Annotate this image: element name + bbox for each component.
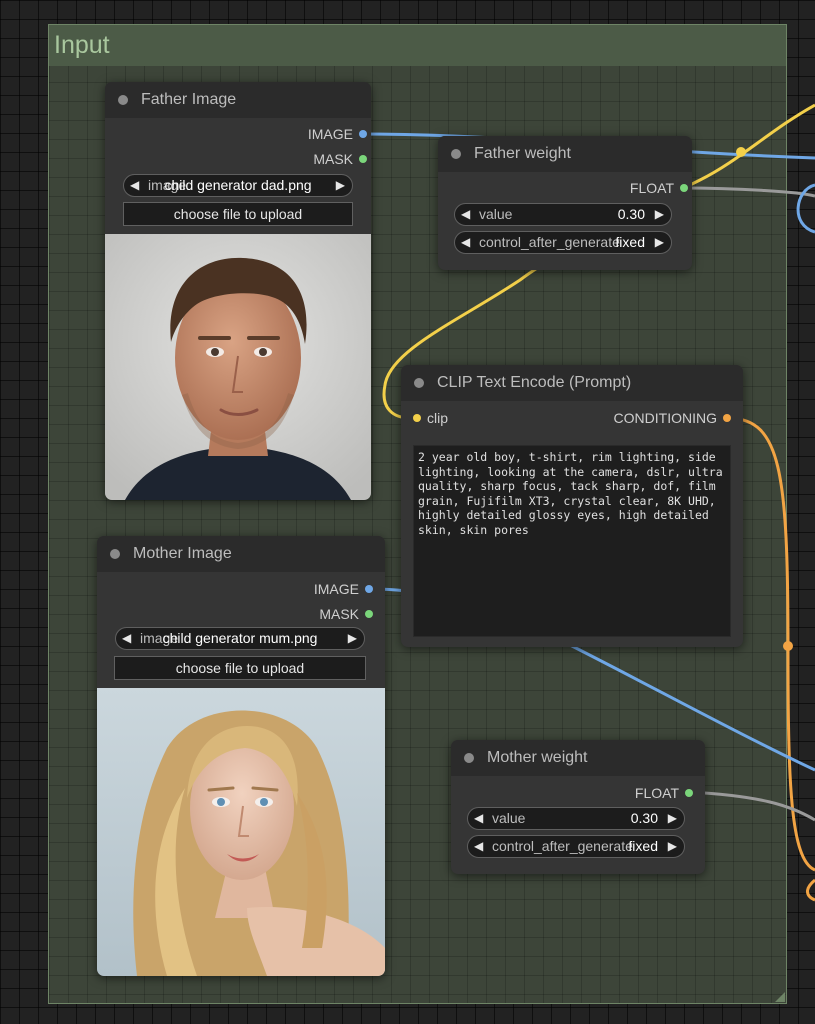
father-photo xyxy=(105,234,371,500)
node-title: Father weight xyxy=(474,145,571,162)
input-clip[interactable]: clip xyxy=(413,410,448,426)
output-slot-icon[interactable] xyxy=(359,130,367,138)
collapse-dot-icon[interactable] xyxy=(110,549,120,559)
widget-value: child generator mum.png xyxy=(162,630,318,646)
group-resize-handle[interactable] xyxy=(775,992,785,1002)
output-slot-icon[interactable] xyxy=(365,610,373,618)
arrow-right-icon[interactable]: ▶ xyxy=(668,836,677,857)
loop-link xyxy=(796,183,815,234)
arrow-left-icon[interactable]: ◀ xyxy=(474,808,483,829)
output-mask[interactable]: MASK xyxy=(319,606,373,622)
collapse-dot-icon[interactable] xyxy=(414,378,424,388)
father-weight-node[interactable]: Father weight FLOAT ◀ value 0.30 ▶ ◀ con… xyxy=(438,136,692,270)
arrow-right-icon[interactable]: ▶ xyxy=(668,808,677,829)
output-slot-icon[interactable] xyxy=(680,184,688,192)
widget-label: value xyxy=(492,810,526,826)
node-title: Father Image xyxy=(141,91,237,108)
arrow-left-icon[interactable]: ◀ xyxy=(474,836,483,857)
image-combo[interactable]: ◀ image child generator mum.png ▶ xyxy=(115,627,365,650)
collapse-dot-icon[interactable] xyxy=(464,753,474,763)
output-float[interactable]: FLOAT xyxy=(635,785,693,801)
image-combo[interactable]: ◀ image child generator dad.png ▶ xyxy=(123,174,353,197)
collapse-dot-icon[interactable] xyxy=(451,149,461,159)
output-label: CONDITIONING xyxy=(613,410,717,426)
group-title[interactable]: Input xyxy=(49,25,786,66)
arrow-left-icon[interactable]: ◀ xyxy=(461,232,470,253)
output-slot-icon[interactable] xyxy=(685,789,693,797)
mother-weight-node[interactable]: Mother weight FLOAT ◀ value 0.30 ▶ ◀ con… xyxy=(451,740,705,874)
control-after-generate-widget[interactable]: ◀ control_after_generate fixed ▶ xyxy=(454,231,672,254)
output-image[interactable]: IMAGE xyxy=(314,581,373,597)
node-title: CLIP Text Encode (Prompt) xyxy=(437,374,632,391)
node-title-bar[interactable]: Mother Image xyxy=(97,536,385,572)
widget-label: control_after_generate xyxy=(492,838,633,854)
upload-button[interactable]: choose file to upload xyxy=(123,202,353,226)
node-title-bar[interactable]: Father Image xyxy=(105,82,371,118)
output-slot-icon[interactable] xyxy=(359,155,367,163)
collapse-dot-icon[interactable] xyxy=(118,95,128,105)
arrow-right-icon[interactable]: ▶ xyxy=(655,232,664,253)
output-slot-icon[interactable] xyxy=(365,585,373,593)
input-label: clip xyxy=(427,410,449,426)
widget-label: value xyxy=(479,206,513,222)
arrow-right-icon[interactable]: ▶ xyxy=(655,204,664,225)
arrow-right-icon[interactable]: ▶ xyxy=(348,628,357,649)
output-image[interactable]: IMAGE xyxy=(307,126,367,142)
father-image-node[interactable]: Father Image IMAGE MASK ◀ image child ge… xyxy=(105,82,371,500)
output-label: FLOAT xyxy=(634,785,679,801)
arrow-right-icon[interactable]: ▶ xyxy=(336,175,345,196)
output-float[interactable]: FLOAT xyxy=(629,180,688,196)
widget-label: control_after_generate xyxy=(479,234,620,250)
output-label: IMAGE xyxy=(313,581,359,597)
mother-image-node[interactable]: Mother Image IMAGE MASK ◀ image child ge… xyxy=(97,536,385,976)
widget-value: fixed xyxy=(615,234,645,250)
output-label: MASK xyxy=(319,606,359,622)
control-after-generate-widget[interactable]: ◀ control_after_generate fixed ▶ xyxy=(467,835,685,858)
output-mask[interactable]: MASK xyxy=(313,151,367,167)
upload-button[interactable]: choose file to upload xyxy=(114,656,366,680)
clip-text-encode-node[interactable]: CLIP Text Encode (Prompt) clip CONDITION… xyxy=(401,365,743,647)
widget-value: 0.30 xyxy=(617,206,645,222)
widget-value: child generator dad.png xyxy=(164,177,312,193)
output-slot-icon[interactable] xyxy=(723,414,731,422)
output-label: IMAGE xyxy=(307,126,353,142)
node-title-bar[interactable]: Mother weight xyxy=(451,740,705,776)
node-title: Mother Image xyxy=(133,545,232,562)
mother-photo xyxy=(97,688,385,976)
value-widget[interactable]: ◀ value 0.30 ▶ xyxy=(467,807,685,830)
value-widget[interactable]: ◀ value 0.30 ▶ xyxy=(454,203,672,226)
prompt-textarea[interactable]: 2 year old boy, t-shirt, rim lighting, s… xyxy=(413,445,731,637)
node-title: Mother weight xyxy=(487,749,588,766)
input-slot-icon[interactable] xyxy=(413,414,421,422)
output-label: MASK xyxy=(313,151,353,167)
widget-value: 0.30 xyxy=(630,810,658,826)
node-title-bar[interactable]: Father weight xyxy=(438,136,692,172)
node-title-bar[interactable]: CLIP Text Encode (Prompt) xyxy=(401,365,743,401)
output-label: FLOAT xyxy=(629,180,674,196)
output-conditioning[interactable]: CONDITIONING xyxy=(614,410,731,426)
widget-value: fixed xyxy=(628,838,658,854)
conditioning-link-2 xyxy=(806,878,815,902)
arrow-left-icon[interactable]: ◀ xyxy=(461,204,470,225)
